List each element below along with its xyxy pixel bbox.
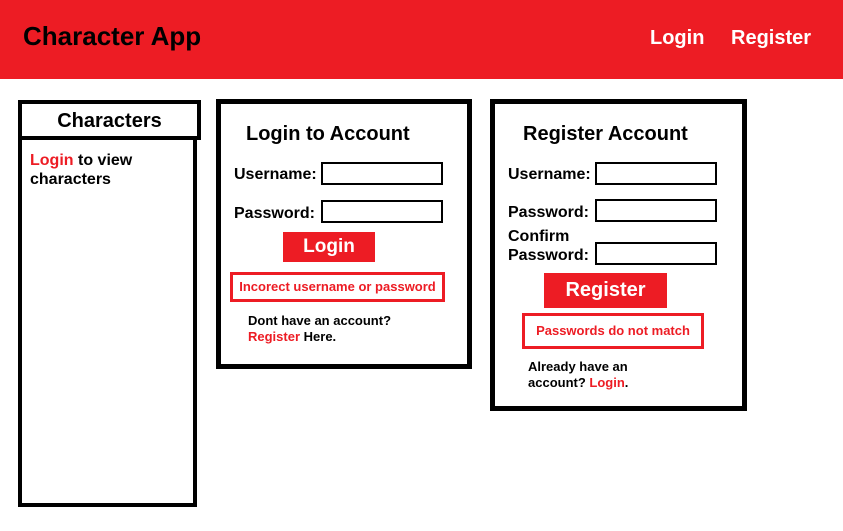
login-password-label: Password: — [234, 205, 315, 222]
confirm-label-line1: Confirm — [508, 228, 570, 245]
login-card: Login to Account Username: Password: Log… — [216, 99, 472, 369]
register-card-title: Register Account — [523, 123, 688, 145]
register-username-input[interactable] — [595, 162, 717, 185]
nav-login-link[interactable]: Login — [650, 27, 704, 50]
confirm-password-label: Confirm Password: — [508, 227, 589, 265]
register-footer: Already have an account? Login. — [528, 359, 628, 391]
login-here-link[interactable]: Login — [589, 375, 624, 390]
app-header: Character App Login Register — [0, 0, 843, 79]
confirm-label-line2: Password: — [508, 247, 589, 264]
sidebar-header: Characters — [18, 100, 201, 140]
sidebar-login-message: Login to view characters — [30, 151, 170, 189]
register-username-label: Username: — [508, 166, 591, 183]
login-button[interactable]: Login — [283, 232, 375, 262]
login-error-message: Incorect username or password — [230, 272, 445, 302]
register-footer-prefix: account? — [528, 375, 590, 390]
register-card: Register Account Username: Password: Con… — [490, 99, 747, 411]
login-username-label: Username: — [234, 166, 317, 183]
register-footer-line1: Already have an — [528, 359, 628, 374]
login-footer-suffix: Here. — [300, 329, 337, 344]
login-footer-prompt: Dont have an account? — [248, 313, 392, 328]
sidebar-login-link[interactable]: Login — [30, 152, 74, 169]
sidebar-title: Characters — [57, 110, 162, 132]
nav-register-link[interactable]: Register — [731, 27, 811, 50]
login-card-title: Login to Account — [246, 123, 410, 145]
register-here-link[interactable]: Register — [248, 329, 300, 344]
app-title: Character App — [23, 21, 202, 51]
register-password-input[interactable] — [595, 199, 717, 222]
register-button[interactable]: Register — [544, 273, 667, 308]
login-username-input[interactable] — [321, 162, 443, 185]
characters-sidebar: Characters Login to view characters — [18, 100, 201, 507]
register-password-label: Password: — [508, 204, 589, 221]
login-password-input[interactable] — [321, 200, 443, 223]
register-error-message: Passwords do not match — [522, 313, 704, 349]
login-footer: Dont have an account? Register Here. — [248, 313, 391, 345]
confirm-password-input[interactable] — [595, 242, 717, 265]
register-footer-suffix: . — [624, 375, 629, 390]
